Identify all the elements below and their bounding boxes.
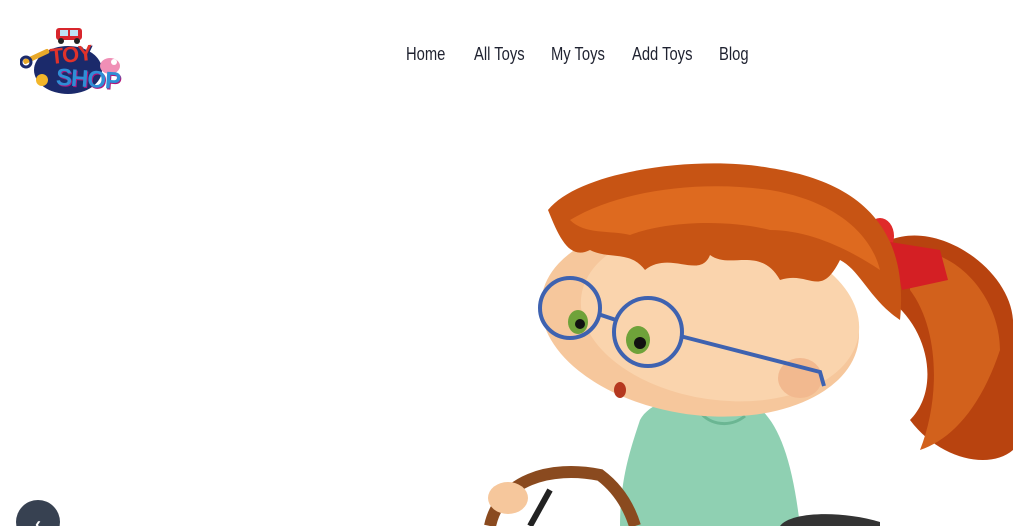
hero-illustration: [470, 150, 1013, 526]
site-header: TOY SHOP Home All Toys My Toys Add Toys …: [0, 0, 1013, 112]
nav-link-home[interactable]: Home: [406, 44, 445, 65]
chevron-left-icon: ‹: [35, 514, 41, 526]
nav-link-add-toys[interactable]: Add Toys: [632, 44, 692, 65]
nav-link-blog[interactable]: Blog: [719, 44, 749, 65]
toy-shop-logo[interactable]: TOY SHOP: [19, 24, 124, 100]
nav-link-my-toys[interactable]: My Toys: [551, 44, 605, 65]
slider-prev-button[interactable]: ‹: [16, 500, 60, 526]
nav-link-all-toys[interactable]: All Toys: [474, 44, 525, 65]
logo-text-shop: SHOP: [55, 63, 121, 96]
girl-driving-illustration: [484, 163, 1013, 526]
